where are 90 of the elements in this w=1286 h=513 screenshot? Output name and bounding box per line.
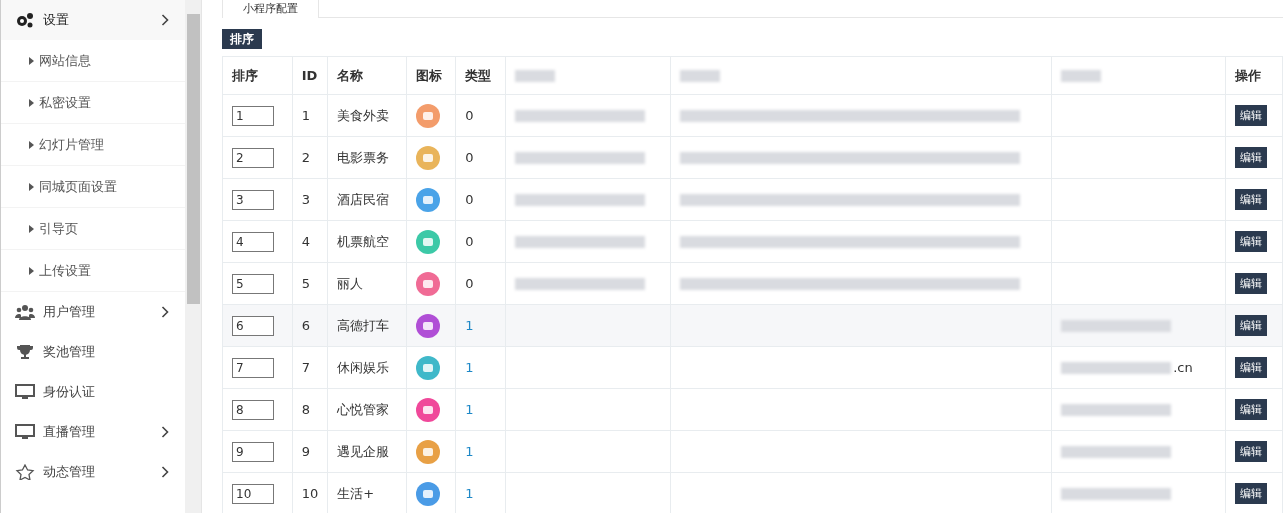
- edit-button[interactable]: 编辑: [1234, 105, 1267, 127]
- name-cell: 电影票务: [327, 136, 407, 179]
- edit-button[interactable]: 编辑: [1234, 189, 1267, 211]
- scrollbar-thumb[interactable]: [186, 14, 200, 304]
- edit-button[interactable]: 编辑: [1234, 483, 1267, 505]
- type-cell: 1: [455, 304, 506, 347]
- caret-right-icon: [29, 224, 34, 233]
- type-cell: 0: [455, 136, 506, 179]
- edit-button[interactable]: 编辑: [1234, 399, 1267, 421]
- order-input[interactable]: 4: [232, 231, 274, 252]
- id-cell: 5: [292, 262, 328, 305]
- monitor-icon: [15, 384, 35, 400]
- type-cell: 0: [455, 262, 506, 305]
- table-row[interactable]: 3 3 酒店民宿 0 编辑: [222, 178, 1283, 221]
- order-input[interactable]: 5: [232, 273, 274, 294]
- name-cell: 遇见企服: [327, 430, 407, 473]
- column-header: 操作: [1225, 56, 1283, 95]
- column-header: 类型: [455, 56, 506, 95]
- chevron-right-icon: [161, 466, 169, 478]
- sidebar-item[interactable]: 奖池管理: [1, 332, 185, 372]
- id-cell: 9: [292, 430, 328, 473]
- id-cell: 6: [292, 304, 328, 347]
- caret-right-icon: [29, 140, 34, 149]
- monitor-icon: [15, 424, 35, 440]
- type-cell: 0: [455, 178, 506, 221]
- edit-button[interactable]: 编辑: [1234, 315, 1267, 337]
- name-cell: 心悦管家: [327, 388, 407, 431]
- chevron-right-icon: [161, 14, 169, 26]
- order-input[interactable]: 10: [232, 483, 274, 504]
- column-header: 图标: [407, 56, 456, 95]
- order-input[interactable]: 7: [232, 357, 274, 378]
- table-row[interactable]: 7 7 休闲娱乐 1 .cn 编辑: [222, 346, 1283, 389]
- table-row[interactable]: 8 8 心悦管家 1 编辑: [222, 388, 1283, 431]
- id-cell: 8: [292, 388, 328, 431]
- name-cell: 丽人: [327, 262, 407, 305]
- caret-right-icon: [29, 266, 34, 275]
- sidebar-item[interactable]: 用户管理: [1, 292, 185, 332]
- sidebar-item[interactable]: 身份认证: [1, 372, 185, 412]
- users-icon: [15, 304, 35, 320]
- name-cell: 机票航空: [327, 220, 407, 263]
- chevron-right-icon: [161, 306, 169, 318]
- caret-right-icon: [29, 182, 34, 191]
- order-input[interactable]: 2: [232, 147, 274, 168]
- sidebar-item[interactable]: 动态管理: [1, 452, 185, 492]
- column-header: ID: [292, 56, 328, 95]
- edit-button[interactable]: 编辑: [1234, 357, 1267, 379]
- id-cell: 1: [292, 94, 328, 137]
- chevron-right-icon: [161, 426, 169, 438]
- edit-button[interactable]: 编辑: [1234, 231, 1267, 253]
- name-cell: 酒店民宿: [327, 178, 407, 221]
- id-cell: 2: [292, 136, 328, 179]
- caret-right-icon: [29, 98, 34, 107]
- name-cell: 高德打车: [327, 304, 407, 347]
- edit-button[interactable]: 编辑: [1234, 273, 1267, 295]
- type-cell: 1: [455, 388, 506, 431]
- caret-right-icon: [29, 56, 34, 65]
- id-cell: 3: [292, 178, 328, 221]
- star-icon: [15, 464, 35, 480]
- column-header: 排序: [222, 56, 293, 95]
- trophy-icon: [15, 344, 35, 360]
- tab[interactable]: 小程序配置: [222, 0, 319, 18]
- sort-button[interactable]: 排序: [222, 29, 262, 49]
- table-row[interactable]: 9 9 遇见企服 1 编辑: [222, 430, 1283, 473]
- order-input[interactable]: 3: [232, 189, 274, 210]
- sidebar-item[interactable]: 设置: [1, 0, 185, 40]
- column-header: 名称: [327, 56, 407, 95]
- order-input[interactable]: 8: [232, 399, 274, 420]
- name-cell: 休闲娱乐: [327, 346, 407, 389]
- table-row[interactable]: 10 10 生活+ 1 编辑: [222, 472, 1283, 513]
- order-input[interactable]: 9: [232, 441, 274, 462]
- type-cell: 1: [455, 346, 506, 389]
- type-cell: 0: [455, 94, 506, 137]
- url-fragment: .cn: [1173, 360, 1193, 376]
- name-cell: 美食外卖: [327, 94, 407, 137]
- gears-icon: [15, 12, 35, 28]
- order-input[interactable]: 1: [232, 105, 274, 126]
- table-row[interactable]: 2 2 电影票务 0 编辑: [222, 136, 1283, 179]
- id-cell: 7: [292, 346, 328, 389]
- table-row[interactable]: 4 4 机票航空 0 编辑: [222, 220, 1283, 263]
- edit-button[interactable]: 编辑: [1234, 147, 1267, 169]
- scrollbar[interactable]: [185, 0, 201, 513]
- order-input[interactable]: 6: [232, 315, 274, 336]
- table-row[interactable]: 1 1 美食外卖 0 编辑: [222, 94, 1283, 137]
- sidebar-item[interactable]: 直播管理: [1, 412, 185, 452]
- id-cell: 4: [292, 220, 328, 263]
- table-row[interactable]: 5 5 丽人 0 编辑: [222, 262, 1283, 305]
- type-cell: 0: [455, 220, 506, 263]
- table-row[interactable]: 6 6 高德打车 1 编辑: [222, 304, 1283, 347]
- type-cell: 1: [455, 430, 506, 473]
- edit-button[interactable]: 编辑: [1234, 441, 1267, 463]
